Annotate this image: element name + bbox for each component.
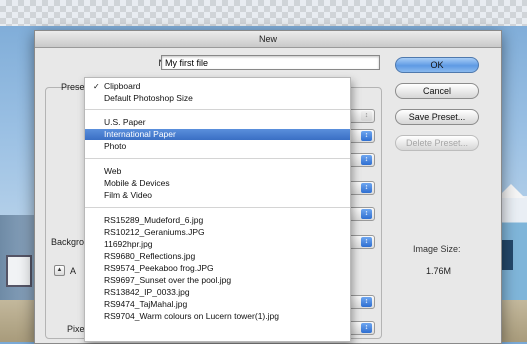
ok-button[interactable]: OK	[395, 57, 479, 73]
menu-separator	[85, 109, 350, 110]
updown-arrows-icon: ↕	[361, 111, 372, 121]
disclosure-triangle-icon[interactable]: ▲	[54, 265, 65, 276]
menu-item-international-paper[interactable]: International Paper	[85, 129, 350, 140]
menu-item-open-document[interactable]: RS15289_Mudeford_6.jpg	[85, 215, 350, 226]
preset-dropdown-menu: Clipboard Default Photoshop Size U.S. Pa…	[84, 77, 351, 342]
menu-item-open-document[interactable]: RS10212_Geraniums.JPG	[85, 227, 350, 238]
cancel-button[interactable]: Cancel	[395, 83, 479, 99]
delete-preset-button: Delete Preset...	[395, 135, 479, 151]
menu-item-us-paper[interactable]: U.S. Paper	[85, 117, 350, 128]
pixel-aspect-label: Pixe	[67, 324, 85, 334]
menu-item-open-document[interactable]: 11692hpr.jpg	[85, 239, 350, 250]
name-input[interactable]	[161, 55, 380, 70]
menu-item-open-document[interactable]: RS9697_Sunset over the pool.jpg	[85, 275, 350, 286]
menu-item-open-document[interactable]: RS9474_TajMahal.jpg	[85, 299, 350, 310]
updown-arrows-icon: ↕	[361, 237, 372, 247]
updown-arrows-icon: ↕	[361, 297, 372, 307]
menu-separator	[85, 207, 350, 208]
updown-arrows-icon: ↕	[361, 155, 372, 165]
updown-arrows-icon: ↕	[361, 323, 372, 333]
menu-item-open-document[interactable]: RS13842_IP_0033.jpg	[85, 287, 350, 298]
menu-item-open-document[interactable]: RS9704_Warm colours on Lucern tower(1).j…	[85, 311, 350, 322]
dialog-title: New	[35, 31, 501, 48]
menu-separator	[85, 158, 350, 159]
background-contents-label: Backgro	[51, 237, 85, 247]
save-preset-button[interactable]: Save Preset...	[395, 109, 479, 125]
updown-arrows-icon: ↕	[361, 209, 372, 219]
menu-item-photo[interactable]: Photo	[85, 141, 350, 152]
menu-item-default-photoshop-size[interactable]: Default Photoshop Size	[85, 93, 350, 104]
menu-item-film-video[interactable]: Film & Video	[85, 190, 350, 201]
advanced-label: A	[70, 266, 77, 276]
canvas-checkerboard	[0, 0, 527, 26]
updown-arrows-icon: ↕	[361, 131, 372, 141]
menu-item-web[interactable]: Web	[85, 166, 350, 177]
image-size-value: 1.76M	[426, 266, 452, 276]
menu-item-clipboard[interactable]: Clipboard	[85, 81, 350, 92]
menu-item-mobile-devices[interactable]: Mobile & Devices	[85, 178, 350, 189]
menu-item-open-document[interactable]: RS9680_Reflections.jpg	[85, 251, 350, 262]
image-size-label: Image Size:	[413, 244, 461, 254]
updown-arrows-icon: ↕	[361, 183, 372, 193]
menu-item-open-document[interactable]: RS9574_Peekaboo frog.JPG	[85, 263, 350, 274]
